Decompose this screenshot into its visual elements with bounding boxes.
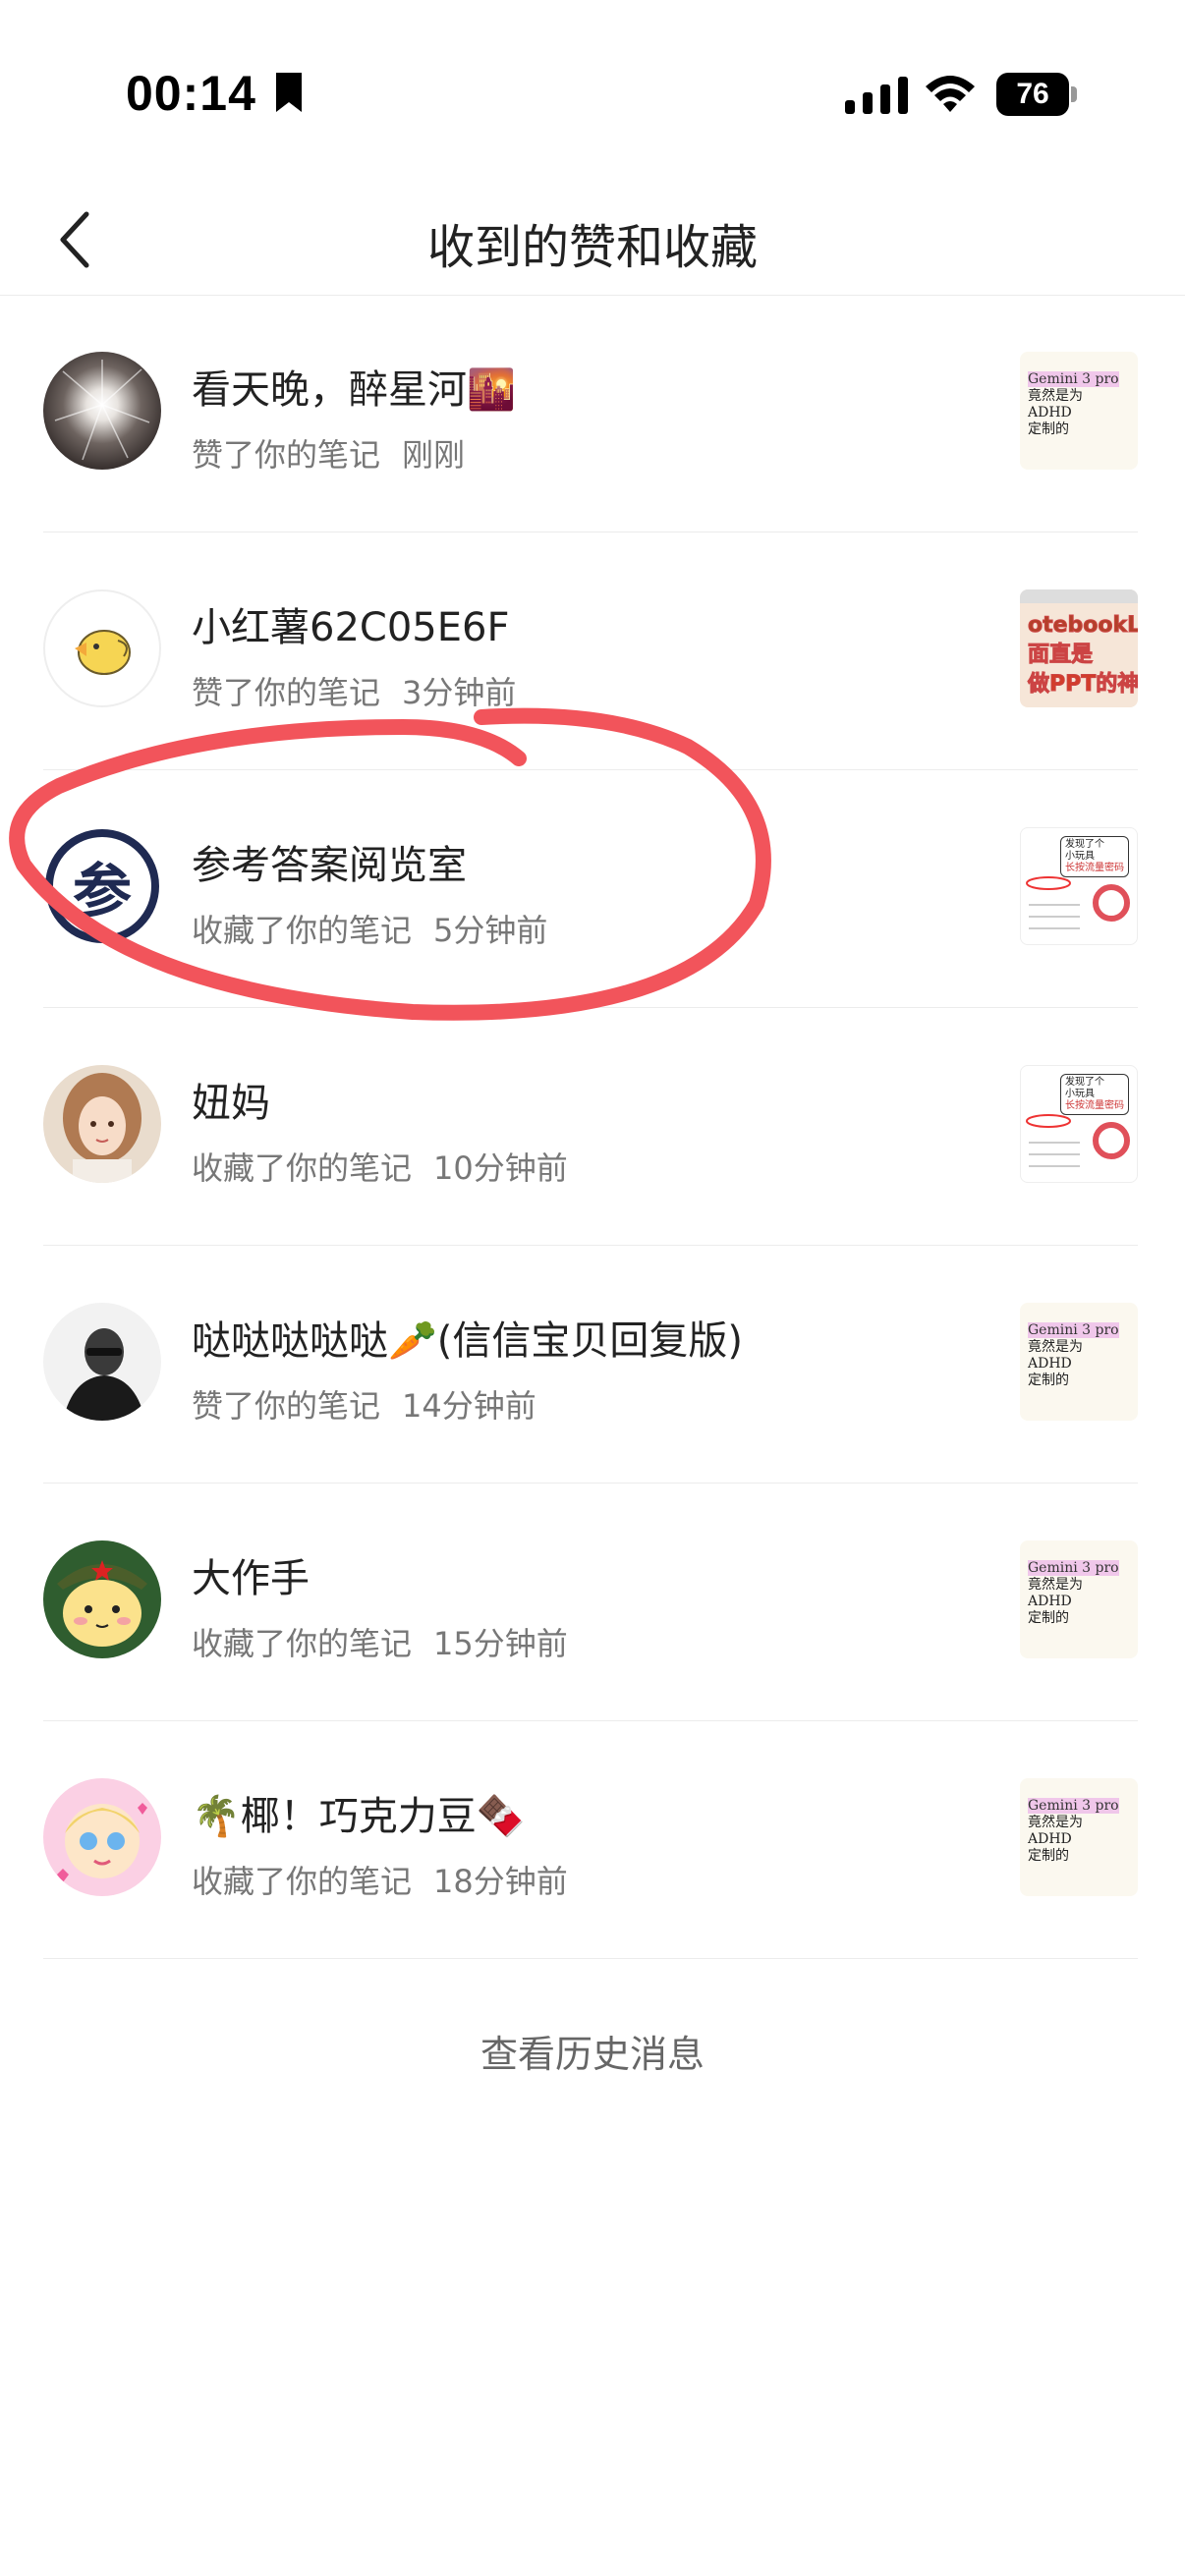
notification-text: 收藏了你的笔记 18分钟前 bbox=[192, 1857, 568, 1902]
timestamp: 14分钟前 bbox=[402, 1387, 536, 1425]
battery-tip bbox=[1071, 86, 1077, 102]
avatar[interactable] bbox=[43, 589, 161, 707]
action-text: 收藏了你的笔记 bbox=[192, 1863, 413, 1900]
notification-text: 收藏了你的笔记 10分钟前 bbox=[192, 1144, 568, 1189]
status-time: 00:14 bbox=[126, 66, 256, 121]
list-item[interactable]: 哒哒哒哒哒🥕(信信宝贝回复版) 赞了你的笔记 14分钟前 Gemini 3 pro… bbox=[0, 1246, 1185, 1484]
user-name[interactable]: 哒哒哒哒哒🥕(信信宝贝回复版) bbox=[192, 1309, 743, 1366]
list-item[interactable]: 看天晚，醉星河🌇 赞了你的笔记 刚刚 Gemini 3 pro 竟然是为 ADHD… bbox=[0, 295, 1185, 532]
cellular-signal-icon bbox=[845, 77, 908, 114]
avatar-glyph: 参 bbox=[73, 857, 132, 926]
thumbnail-text: Gemini 3 pro 竟然是为 ADHD 定制的 bbox=[1028, 1798, 1119, 1864]
notification-text: 收藏了你的笔记 5分钟前 bbox=[192, 906, 547, 951]
user-name[interactable]: 大作手 bbox=[192, 1546, 310, 1603]
action-text: 赞了你的笔记 bbox=[192, 674, 381, 711]
timestamp: 3分钟前 bbox=[402, 674, 517, 711]
view-history-link[interactable]: 查看历史消息 bbox=[0, 2024, 1185, 2078]
list-item[interactable]: 参 参考答案阅览室 收藏了你的笔记 5分钟前 发现了个 小玩具 长按流量密码 bbox=[0, 770, 1185, 1008]
action-text: 收藏了你的笔记 bbox=[192, 1149, 413, 1187]
timestamp: 刚刚 bbox=[402, 436, 466, 474]
note-thumbnail[interactable]: Gemini 3 pro 竟然是为 ADHD 定制的 bbox=[1020, 1303, 1138, 1421]
list-item[interactable]: 🌴椰！巧克力豆🍫 收藏了你的笔记 18分钟前 Gemini 3 pro 竟然是为 … bbox=[0, 1721, 1185, 1959]
avatar[interactable]: 参 bbox=[43, 827, 161, 945]
list-item[interactable]: 妞妈 收藏了你的笔记 10分钟前 发现了个 小玩具 长按流量密码 bbox=[0, 1008, 1185, 1246]
timestamp: 5分钟前 bbox=[433, 912, 548, 949]
thumbnail-text: Gemini 3 pro 竟然是为 ADHD 定制的 bbox=[1028, 371, 1119, 437]
navigation-bar: 收到的赞和收藏 bbox=[0, 187, 1185, 296]
thumbnail-text: Gemini 3 pro 竟然是为 ADHD 定制的 bbox=[1028, 1322, 1119, 1388]
thumbnail-text: otebookL 面直是 做PPT的神 bbox=[1027, 613, 1138, 698]
action-text: 收藏了你的笔记 bbox=[192, 1625, 413, 1662]
user-name[interactable]: 小红薯62C05E6F bbox=[192, 595, 509, 652]
timestamp: 15分钟前 bbox=[433, 1625, 568, 1662]
page-title: 收到的赞和收藏 bbox=[426, 220, 758, 275]
action-text: 收藏了你的笔记 bbox=[192, 912, 413, 949]
avatar[interactable] bbox=[43, 1778, 161, 1896]
list-item[interactable]: 大作手 收藏了你的笔记 15分钟前 Gemini 3 pro 竟然是为 ADHD … bbox=[0, 1484, 1185, 1721]
list-item[interactable]: 小红薯62C05E6F 赞了你的笔记 3分钟前 otebookL 面直是 做PPT… bbox=[0, 532, 1185, 770]
note-thumbnail[interactable]: Gemini 3 pro 竟然是为 ADHD 定制的 bbox=[1020, 1540, 1138, 1658]
user-name[interactable]: 妞妈 bbox=[192, 1071, 270, 1128]
avatar[interactable] bbox=[43, 1303, 161, 1421]
notification-text: 赞了你的笔记 刚刚 bbox=[192, 430, 465, 476]
user-name[interactable]: 参考答案阅览室 bbox=[192, 833, 467, 890]
user-name[interactable]: 看天晚，醉星河🌇 bbox=[192, 358, 516, 415]
notification-list: 看天晚，醉星河🌇 赞了你的笔记 刚刚 Gemini 3 pro 竟然是为 ADHD… bbox=[0, 295, 1185, 1959]
wifi-icon bbox=[926, 76, 975, 112]
note-thumbnail[interactable]: Gemini 3 pro 竟然是为 ADHD 定制的 bbox=[1020, 1778, 1138, 1896]
user-name[interactable]: 🌴椰！巧克力豆🍫 bbox=[192, 1784, 526, 1841]
notification-text: 赞了你的笔记 14分钟前 bbox=[192, 1381, 536, 1427]
battery-level: 76 bbox=[996, 73, 1069, 116]
notification-text: 收藏了你的笔记 15分钟前 bbox=[192, 1619, 568, 1664]
avatar[interactable] bbox=[43, 1540, 161, 1658]
note-thumbnail[interactable]: 发现了个 小玩具 长按流量密码 bbox=[1020, 827, 1138, 945]
notification-text: 赞了你的笔记 3分钟前 bbox=[192, 668, 516, 713]
avatar[interactable] bbox=[43, 352, 161, 470]
timestamp: 18分钟前 bbox=[433, 1863, 568, 1900]
action-text: 赞了你的笔记 bbox=[192, 1387, 381, 1425]
note-thumbnail[interactable]: 发现了个 小玩具 长按流量密码 bbox=[1020, 1065, 1138, 1183]
thumbnail-text: Gemini 3 pro 竟然是为 ADHD 定制的 bbox=[1028, 1560, 1119, 1626]
note-thumbnail[interactable]: Gemini 3 pro 竟然是为 ADHD 定制的 bbox=[1020, 352, 1138, 470]
status-bar: 00:14 76 bbox=[0, 0, 1185, 187]
note-thumbnail[interactable]: otebookL 面直是 做PPT的神 bbox=[1020, 589, 1138, 707]
chick-icon bbox=[75, 630, 131, 675]
action-text: 赞了你的笔记 bbox=[192, 436, 381, 474]
bookmark-icon bbox=[276, 73, 302, 112]
avatar[interactable] bbox=[43, 1065, 161, 1183]
timestamp: 10分钟前 bbox=[433, 1149, 568, 1187]
battery-indicator: 76 bbox=[996, 73, 1079, 116]
divider bbox=[43, 1958, 1138, 1959]
